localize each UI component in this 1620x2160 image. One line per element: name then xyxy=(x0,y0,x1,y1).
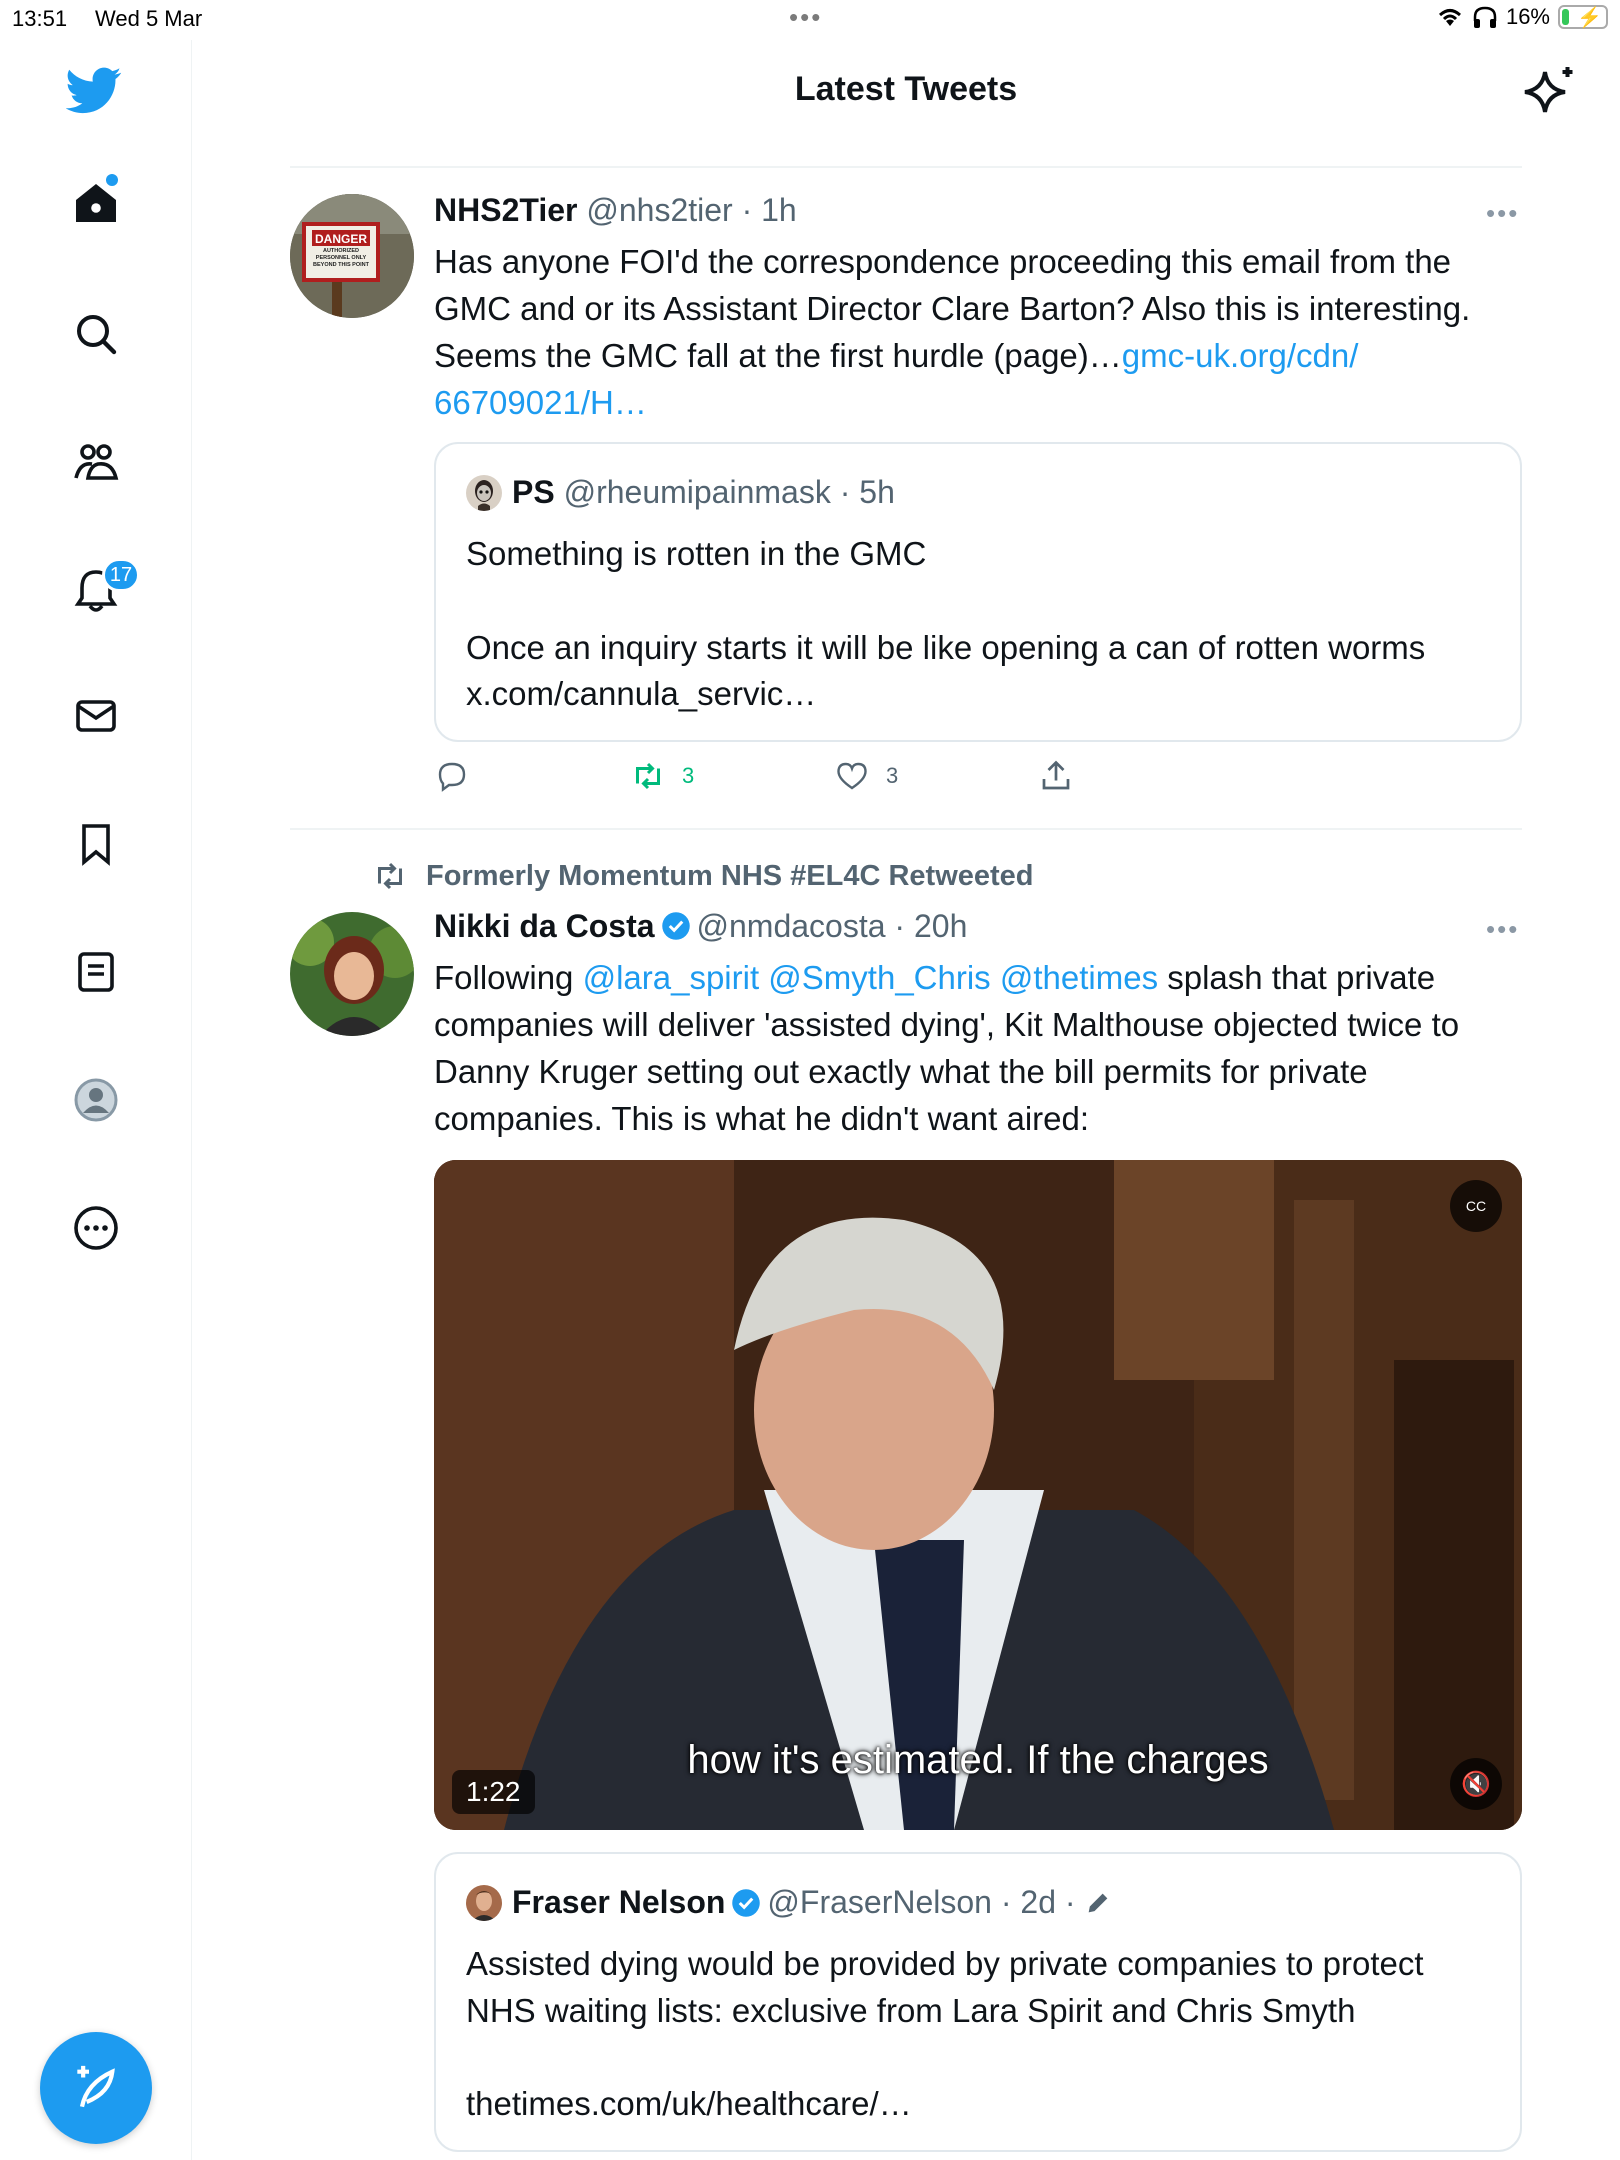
quoted-handle[interactable]: @FraserNelson xyxy=(767,1884,992,1921)
home-unread-dot xyxy=(106,174,118,186)
separator-dot: · xyxy=(894,908,906,944)
tweet-actions: 3 3 xyxy=(434,758,1134,802)
quoted-tweet[interactable]: Fraser Nelson @FraserNelson · 2d · Assis… xyxy=(434,1852,1522,2152)
retweet-count: 3 xyxy=(682,763,695,788)
more-icon[interactable] xyxy=(68,1200,124,1256)
header-divider xyxy=(290,166,1522,168)
video-duration: 1:22 xyxy=(452,1770,535,1814)
quoted-tweet[interactable]: PS @rheumipainmask · 5h Something is rot… xyxy=(434,442,1522,742)
messages-icon[interactable] xyxy=(68,688,124,744)
retweeted-by-label[interactable]: Formerly Momentum NHS #EL4C Retweeted xyxy=(426,860,1034,893)
separator-dot: · xyxy=(1056,1884,1085,1920)
edited-pencil-icon[interactable] xyxy=(1084,1889,1112,1917)
quoted-avatar[interactable] xyxy=(466,474,502,511)
tweet-text: Following @lara_spirit @Smyth_Chris @the… xyxy=(434,954,1524,1142)
video-player[interactable]: CC how it's estimated. If the charges 1:… xyxy=(434,1160,1522,1830)
quoted-avatar[interactable] xyxy=(466,1884,502,1921)
tweet-body-start: Following xyxy=(434,959,583,996)
quoted-link[interactable]: thetimes.com/uk/healthcare/… xyxy=(466,2080,1496,2127)
profile-icon[interactable] xyxy=(68,1072,124,1128)
captions-button[interactable]: CC xyxy=(1450,1180,1502,1232)
avatar[interactable] xyxy=(290,912,414,1036)
video-subtitle: how it's estimated. If the charges xyxy=(687,1738,1269,1782)
quoted-text-line: Assisted dying would be provided by priv… xyxy=(466,1945,1424,2029)
quoted-time[interactable]: 2d xyxy=(1020,1884,1056,1921)
status-time: 13:51 xyxy=(12,6,68,31)
reply-button[interactable] xyxy=(434,758,470,794)
user-handle[interactable]: @nmdacosta xyxy=(697,908,886,944)
status-indicators: 16% ⚡ xyxy=(1436,4,1608,30)
share-icon xyxy=(1042,760,1070,790)
retweet-icon xyxy=(636,762,660,790)
communities-icon[interactable] xyxy=(68,434,124,490)
video-frame xyxy=(434,1160,1522,1830)
avatar[interactable]: DANGER AUTHORIZED PERSONNEL ONLY BEYOND … xyxy=(290,194,414,318)
quoted-tweet-header: PS @rheumipainmask · 5h xyxy=(466,474,895,511)
share-button[interactable] xyxy=(1038,758,1074,794)
tweet-text: Has anyone FOI'd the correspondence proc… xyxy=(434,238,1524,426)
mute-icon[interactable]: 🔇 xyxy=(1450,1758,1502,1810)
like-button[interactable]: 3 xyxy=(834,758,898,794)
quoted-text-line: Once an inquiry starts it will be like o… xyxy=(466,629,1426,666)
battery-percent: 16% xyxy=(1505,4,1550,29)
separator-dot: · xyxy=(741,192,753,228)
tweet-mentions[interactable]: @lara_spirit @Smyth_Chris @thetimes xyxy=(583,959,1159,996)
retweet-button[interactable]: 3 xyxy=(630,758,694,794)
search-icon[interactable] xyxy=(68,306,124,362)
heart-icon xyxy=(837,762,867,790)
danger-sign-label: DANGER xyxy=(315,232,367,246)
bookmarks-icon[interactable] xyxy=(68,816,124,872)
twitter-logo-icon[interactable] xyxy=(66,62,122,118)
like-count: 3 xyxy=(886,763,899,788)
retweet-icon xyxy=(378,862,402,890)
wifi-icon xyxy=(1438,9,1461,26)
status-bar: 13:51 Wed 5 Mar ••• 16% ⚡ xyxy=(0,0,1620,40)
tweet-more-button[interactable]: ••• xyxy=(1486,198,1519,229)
quoted-display-name[interactable]: PS xyxy=(512,474,555,511)
battery-icon: ⚡ xyxy=(1558,5,1608,29)
user-handle[interactable]: @nhs2tier xyxy=(586,192,732,228)
display-name[interactable]: NHS2Tier xyxy=(434,192,577,228)
compose-tweet-button[interactable] xyxy=(40,2032,152,2144)
lists-icon[interactable] xyxy=(68,944,124,1000)
tweet-header: NHS2Tier @nhs2tier · 1h xyxy=(434,192,797,229)
tweet-divider xyxy=(290,828,1522,830)
multitasking-dots[interactable]: ••• xyxy=(789,2,822,33)
retweet-context: Formerly Momentum NHS #EL4C Retweeted xyxy=(372,858,1034,894)
reply-icon xyxy=(438,762,466,792)
tweet-time[interactable]: 1h xyxy=(761,192,797,228)
status-date: Wed 5 Mar xyxy=(95,6,203,31)
quoted-handle[interactable]: @rheumipainmask xyxy=(564,474,831,511)
tweet-header: Nikki da Costa @nmdacosta · 20h xyxy=(434,908,967,945)
tweet-time[interactable]: 20h xyxy=(914,908,967,944)
headphones-icon xyxy=(1473,6,1497,28)
separator-dot: · xyxy=(830,474,860,510)
danger-sign-text: AUTHORIZED PERSONNEL ONLY BEYOND THIS PO… xyxy=(313,248,369,268)
quoted-time[interactable]: 5h xyxy=(859,474,895,511)
sparkle-icon[interactable] xyxy=(1520,62,1580,122)
quoted-tweet-header: Fraser Nelson @FraserNelson · 2d · xyxy=(466,1884,1112,1921)
page-title: Latest Tweets xyxy=(794,70,1018,108)
timeline-header: Latest Tweets xyxy=(192,40,1620,166)
sidebar: 17 xyxy=(0,40,192,2160)
quoted-display-name[interactable]: Fraser Nelson xyxy=(512,1884,725,1921)
verified-badge-icon xyxy=(661,912,690,940)
quoted-link[interactable]: x.com/cannula_servic… xyxy=(466,670,1496,717)
separator-dot: · xyxy=(991,1884,1021,1920)
quoted-text-line: Something is rotten in the GMC xyxy=(466,535,927,572)
verified-badge-icon xyxy=(732,1888,761,1917)
compose-feather-icon xyxy=(77,2065,115,2108)
notifications-badge: 17 xyxy=(102,558,140,592)
display-name[interactable]: Nikki da Costa xyxy=(434,908,655,944)
tweet-more-button[interactable]: ••• xyxy=(1486,914,1519,945)
